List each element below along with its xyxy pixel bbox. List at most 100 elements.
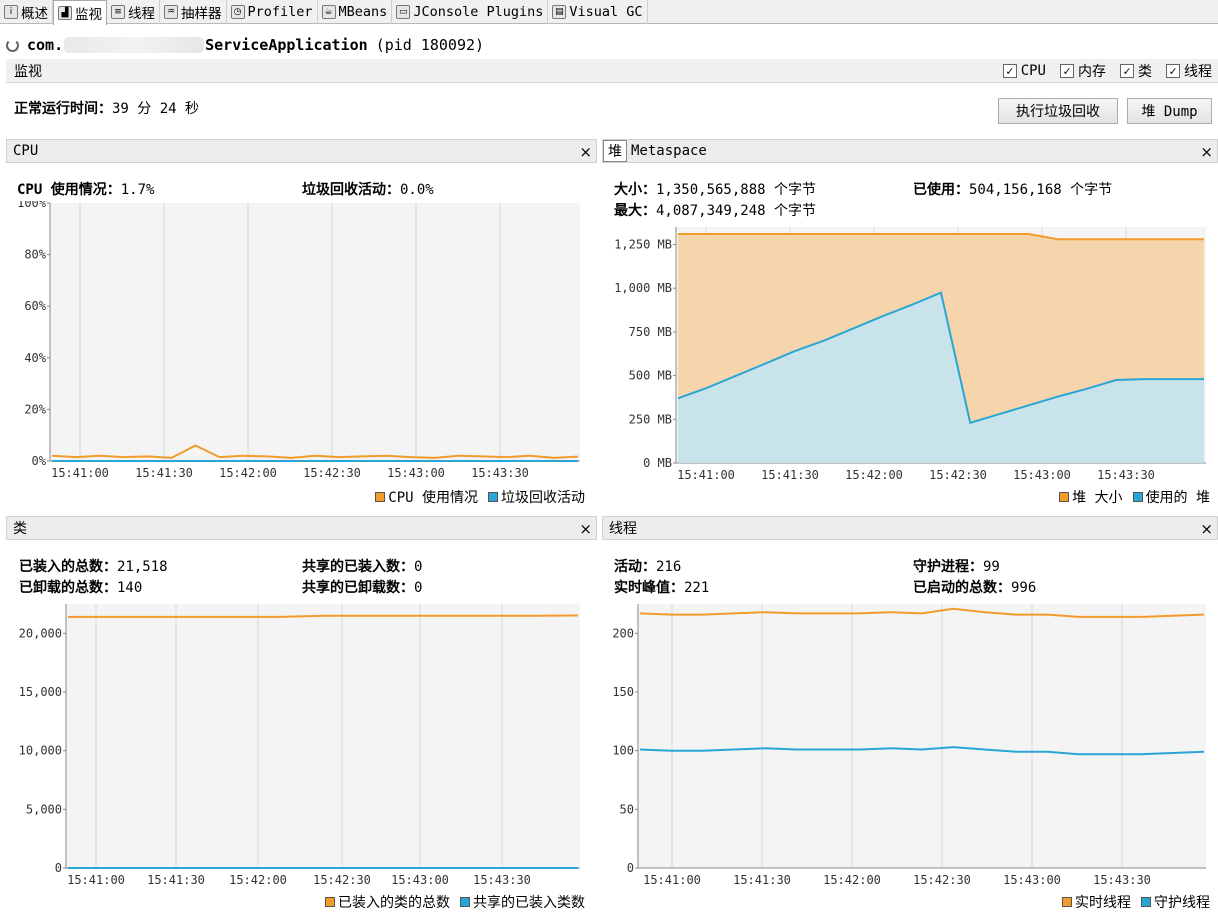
tab-visualgc[interactable]: ▤ Visual GC: [548, 0, 648, 24]
y-tick-label: 750 MB: [629, 325, 672, 339]
x-tick-label: 15:42:00: [229, 873, 287, 887]
threads-icon: ≡: [111, 5, 125, 19]
check-threads[interactable]: ✓ 线程: [1166, 61, 1212, 81]
heap-dump-button[interactable]: 堆 Dump: [1127, 98, 1212, 124]
close-icon[interactable]: ×: [1200, 143, 1213, 161]
y-tick-label: 0%: [32, 454, 47, 468]
x-tick-label: 15:42:00: [845, 468, 903, 482]
monitor-bar: 监视 ✓ CPU ✓ 内存 ✓ 类 ✓ 线程: [6, 59, 1218, 83]
x-tick-label: 15:42:00: [219, 466, 277, 480]
y-tick-label: 1,000 MB: [614, 281, 672, 295]
x-tick-label: 15:43:30: [471, 466, 529, 480]
x-tick-label: 15:41:00: [67, 873, 125, 887]
tab-profiler[interactable]: ◷ Profiler: [227, 0, 318, 24]
x-tick-label: 15:43:00: [391, 873, 449, 887]
y-tick-label: 20,000: [19, 626, 62, 640]
classes-panel: 类 × 已装入的总数：21,518 已卸载的总数：140 共享的已装入数：0 共享…: [6, 516, 597, 916]
tab-overview[interactable]: i 概述: [0, 0, 53, 24]
y-tick-label: 50: [620, 802, 634, 816]
classes-legend: 已装入的类的总数 共享的已装入类数: [325, 892, 585, 912]
y-tick-label: 500 MB: [629, 369, 672, 383]
mbeans-icon: ☕: [321, 5, 336, 19]
profiler-icon: ◷: [230, 5, 245, 19]
cpu-panel: CPU × CPU 使用情况：1.7% 垃圾回收活动：0.0% 0% 20% 40% 6…: [6, 139, 597, 509]
x-tick-label: 15:41:00: [643, 873, 701, 887]
close-icon[interactable]: ×: [1200, 520, 1213, 538]
check-memory[interactable]: ✓ 内存: [1060, 61, 1106, 81]
monitor-label: 监视: [14, 63, 42, 80]
x-tick-label: 15:41:30: [147, 873, 205, 887]
checkbox-icon[interactable]: ✓: [1166, 63, 1180, 78]
heap-panel: 堆 Metaspace × 大小：1,350,565,888 个字节 最大：4,…: [602, 139, 1218, 509]
y-tick-label: 0: [55, 861, 62, 875]
tab-sampler[interactable]: ♒ 抽样器: [160, 0, 227, 24]
y-tick-label: 100%: [17, 201, 47, 210]
y-tick-label: 200: [612, 626, 634, 640]
y-tick-label: 20%: [24, 402, 46, 416]
y-tick-label: 40%: [24, 351, 46, 365]
y-tick-label: 100: [612, 744, 634, 758]
tab-mbeans[interactable]: ☕ MBeans: [318, 0, 393, 24]
overview-icon: i: [4, 5, 18, 19]
app-name-suffix: ServiceApplication: [205, 36, 368, 54]
loading-icon: [6, 38, 19, 52]
x-tick-label: 15:43:30: [473, 873, 531, 887]
uptime: 正常运行时间：39 分 24 秒: [14, 101, 200, 117]
panel-title: CPU: [13, 143, 39, 159]
cpu-legend: CPU 使用情况 垃圾回收活动: [375, 487, 585, 507]
y-tick-label: 1,250 MB: [614, 237, 672, 251]
sampler-icon: ♒: [164, 5, 178, 19]
app-pid: (pid 180092): [375, 36, 485, 54]
heap-legend: 堆 大小 使用的 堆: [1059, 487, 1210, 507]
x-tick-label: 15:43:30: [1097, 468, 1155, 482]
cpu-chart: 0% 20% 40% 60% 80% 100% 15:41:00 15:41:30 15:42:…: [17, 201, 580, 480]
redacted-name: [64, 37, 205, 53]
panel-title: 线程: [609, 521, 637, 537]
y-tick-label: 0 MB: [643, 456, 672, 470]
y-tick-label: 80%: [24, 248, 46, 262]
app-name-prefix: com.: [27, 36, 64, 54]
tab-metaspace[interactable]: Metaspace: [627, 139, 711, 163]
tab-monitor[interactable]: ▟ 监视: [53, 0, 107, 25]
y-tick-label: 150: [612, 685, 634, 699]
tab-threads[interactable]: ≡ 线程: [107, 0, 160, 24]
x-tick-label: 15:41:30: [733, 873, 791, 887]
plot-area: [66, 604, 580, 868]
threads-panel: 线程 × 活动：216 实时峰值：221 守护进程：99 已启动的总数：996 0…: [602, 516, 1218, 916]
threads-legend: 实时线程 守护线程: [1062, 892, 1210, 912]
monitor-icon: ▟: [58, 6, 72, 20]
x-tick-label: 15:42:30: [929, 468, 987, 482]
close-icon[interactable]: ×: [579, 143, 592, 161]
perform-gc-button[interactable]: 执行垃圾回收: [998, 98, 1118, 124]
y-tick-label: 5,000: [26, 802, 62, 816]
x-tick-label: 15:42:30: [313, 873, 371, 887]
visualgc-icon: ▤: [552, 5, 567, 19]
y-tick-label: 15,000: [19, 685, 62, 699]
y-tick-label: 0: [627, 861, 634, 875]
x-tick-label: 15:43:30: [1093, 873, 1151, 887]
x-tick-label: 15:42:00: [823, 873, 881, 887]
tab-bar: i 概述 ▟ 监视 ≡ 线程 ♒ 抽样器 ◷ Profiler ☕ MBeans ▭ JConsole P…: [0, 0, 1218, 25]
jconsole-icon: ▭: [396, 5, 411, 19]
x-tick-label: 15:43:00: [1013, 468, 1071, 482]
heap-chart: 0 MB 250 MB 500 MB 750 MB 1,000 MB 1,250 MB 15…: [614, 227, 1206, 482]
checkbox-icon[interactable]: ✓: [1060, 63, 1074, 78]
x-tick-label: 15:43:00: [387, 466, 445, 480]
x-tick-label: 15:41:30: [761, 468, 819, 482]
x-tick-label: 15:41:00: [51, 466, 109, 480]
classes-chart: 0 5,000 10,000 15,000 20,000 15:41:00 15:41:30…: [19, 604, 580, 887]
checkbox-icon[interactable]: ✓: [1120, 63, 1134, 78]
tab-heap[interactable]: 堆: [603, 140, 627, 162]
app-title: com. ServiceApplication (pid 180092): [6, 34, 484, 56]
tab-jconsole[interactable]: ▭ JConsole Plugins: [392, 0, 549, 24]
threads-chart: 0 50 100 150 200 15:41:00 15:41:30 15:42:00 15:4…: [612, 604, 1206, 887]
checkbox-icon[interactable]: ✓: [1002, 63, 1017, 78]
x-tick-label: 15:43:00: [1003, 873, 1061, 887]
y-tick-label: 60%: [24, 299, 46, 313]
close-icon[interactable]: ×: [579, 520, 592, 538]
check-cpu[interactable]: ✓ CPU: [1002, 61, 1046, 81]
y-tick-label: 10,000: [19, 744, 62, 758]
check-classes[interactable]: ✓ 类: [1120, 61, 1152, 81]
x-tick-label: 15:41:00: [677, 468, 735, 482]
x-tick-label: 15:42:30: [913, 873, 971, 887]
